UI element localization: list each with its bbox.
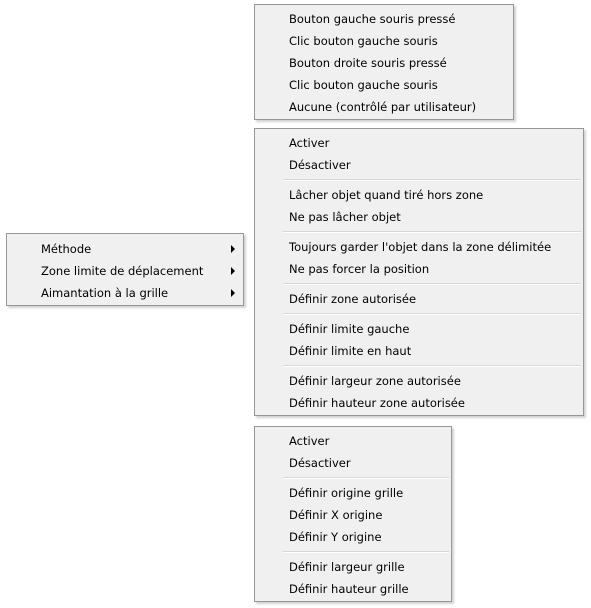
chevron-right-icon xyxy=(231,289,235,297)
menu-item-label: Désactiver xyxy=(289,456,351,470)
menu-item-label: Définir X origine xyxy=(289,508,383,522)
menu-item-definir-y-origine[interactable]: Définir Y origine xyxy=(255,526,451,548)
menu-item-label: Bouton gauche souris pressé xyxy=(289,12,456,26)
menu-separator xyxy=(255,548,451,556)
menu-item-zone-limite[interactable]: Zone limite de déplacement xyxy=(7,260,243,282)
menu-separator xyxy=(255,474,451,482)
menu-item-label: Ne pas forcer la position xyxy=(289,262,430,276)
menu-item-toujours-garder-objet[interactable]: Toujours garder l'objet dans la zone dél… xyxy=(255,236,583,258)
zone-limit-submenu: Activer Désactiver Lâcher objet quand ti… xyxy=(254,128,584,416)
menu-item-label: Définir zone autorisée xyxy=(289,292,417,306)
menu-item-aucune[interactable]: Aucune (contrôlé par utilisateur) xyxy=(255,96,513,118)
menu-item-definir-largeur-zone[interactable]: Définir largeur zone autorisée xyxy=(255,370,583,392)
menu-item-label: Définir largeur zone autorisée xyxy=(289,374,461,388)
menu-item-bouton-gauche-presse[interactable]: Bouton gauche souris pressé xyxy=(255,8,513,30)
menu-item-label: Lâcher objet quand tiré hors zone xyxy=(289,188,484,202)
menu-item-label: Bouton droite souris pressé xyxy=(289,56,447,70)
menu-item-label: Définir largeur grille xyxy=(289,560,405,574)
menu-item-label: Zone limite de déplacement xyxy=(41,264,204,278)
menu-item-label: Définir limite gauche xyxy=(289,322,410,336)
menu-separator xyxy=(255,280,583,288)
menu-item-label: Activer xyxy=(289,136,330,150)
menu-item-activer[interactable]: Activer xyxy=(255,132,583,154)
menu-separator xyxy=(255,362,583,370)
menu-item-label: Méthode xyxy=(41,242,92,256)
menu-item-label: Clic bouton gauche souris xyxy=(289,34,438,48)
menu-item-ne-pas-lacher-objet[interactable]: Ne pas lâcher objet xyxy=(255,206,583,228)
menu-item-aimantation-grille[interactable]: Aimantation à la grille xyxy=(7,282,243,304)
menu-item-definir-hauteur-zone[interactable]: Définir hauteur zone autorisée xyxy=(255,392,583,414)
menu-separator xyxy=(255,176,583,184)
menu-item-clic-bouton-gauche[interactable]: Clic bouton gauche souris xyxy=(255,30,513,52)
menu-item-methode[interactable]: Méthode xyxy=(7,238,243,260)
menu-item-label: Clic bouton gauche souris xyxy=(289,78,438,92)
menu-item-activer[interactable]: Activer xyxy=(255,430,451,452)
chevron-right-icon xyxy=(231,267,235,275)
menu-item-desactiver[interactable]: Désactiver xyxy=(255,452,451,474)
chevron-right-icon xyxy=(231,245,235,253)
menu-item-label: Définir hauteur grille xyxy=(289,582,409,596)
method-submenu: Bouton gauche souris pressé Clic bouton … xyxy=(254,4,514,120)
grid-snap-submenu: Activer Désactiver Définir origine grill… xyxy=(254,426,452,602)
menu-item-label: Aimantation à la grille xyxy=(41,286,169,300)
menu-item-desactiver[interactable]: Désactiver xyxy=(255,154,583,176)
menu-item-definir-largeur-grille[interactable]: Définir largeur grille xyxy=(255,556,451,578)
menu-separator xyxy=(255,228,583,236)
menu-item-definir-limite-haut[interactable]: Définir limite en haut xyxy=(255,340,583,362)
menu-item-label: Aucune (contrôlé par utilisateur) xyxy=(289,100,477,114)
menu-item-definir-limite-gauche[interactable]: Définir limite gauche xyxy=(255,318,583,340)
menu-item-label: Définir limite en haut xyxy=(289,344,412,358)
menu-item-label: Définir origine grille xyxy=(289,486,404,500)
menu-item-label: Désactiver xyxy=(289,158,351,172)
main-context-menu: Méthode Zone limite de déplacement Aiman… xyxy=(6,233,244,306)
menu-separator xyxy=(255,310,583,318)
menu-item-definir-x-origine[interactable]: Définir X origine xyxy=(255,504,451,526)
menu-item-definir-origine-grille[interactable]: Définir origine grille xyxy=(255,482,451,504)
menu-item-lacher-objet-hors-zone[interactable]: Lâcher objet quand tiré hors zone xyxy=(255,184,583,206)
menu-item-definir-zone-autorisee[interactable]: Définir zone autorisée xyxy=(255,288,583,310)
menu-item-ne-pas-forcer-position[interactable]: Ne pas forcer la position xyxy=(255,258,583,280)
menu-item-clic-bouton-gauche-2[interactable]: Clic bouton gauche souris xyxy=(255,74,513,96)
menu-item-label: Définir Y origine xyxy=(289,530,382,544)
menu-item-label: Ne pas lâcher objet xyxy=(289,210,401,224)
menu-item-bouton-droite-presse[interactable]: Bouton droite souris pressé xyxy=(255,52,513,74)
menu-item-label: Activer xyxy=(289,434,330,448)
menu-item-label: Définir hauteur zone autorisée xyxy=(289,396,465,410)
menu-item-label: Toujours garder l'objet dans la zone dél… xyxy=(289,240,552,254)
menu-item-definir-hauteur-grille[interactable]: Définir hauteur grille xyxy=(255,578,451,600)
